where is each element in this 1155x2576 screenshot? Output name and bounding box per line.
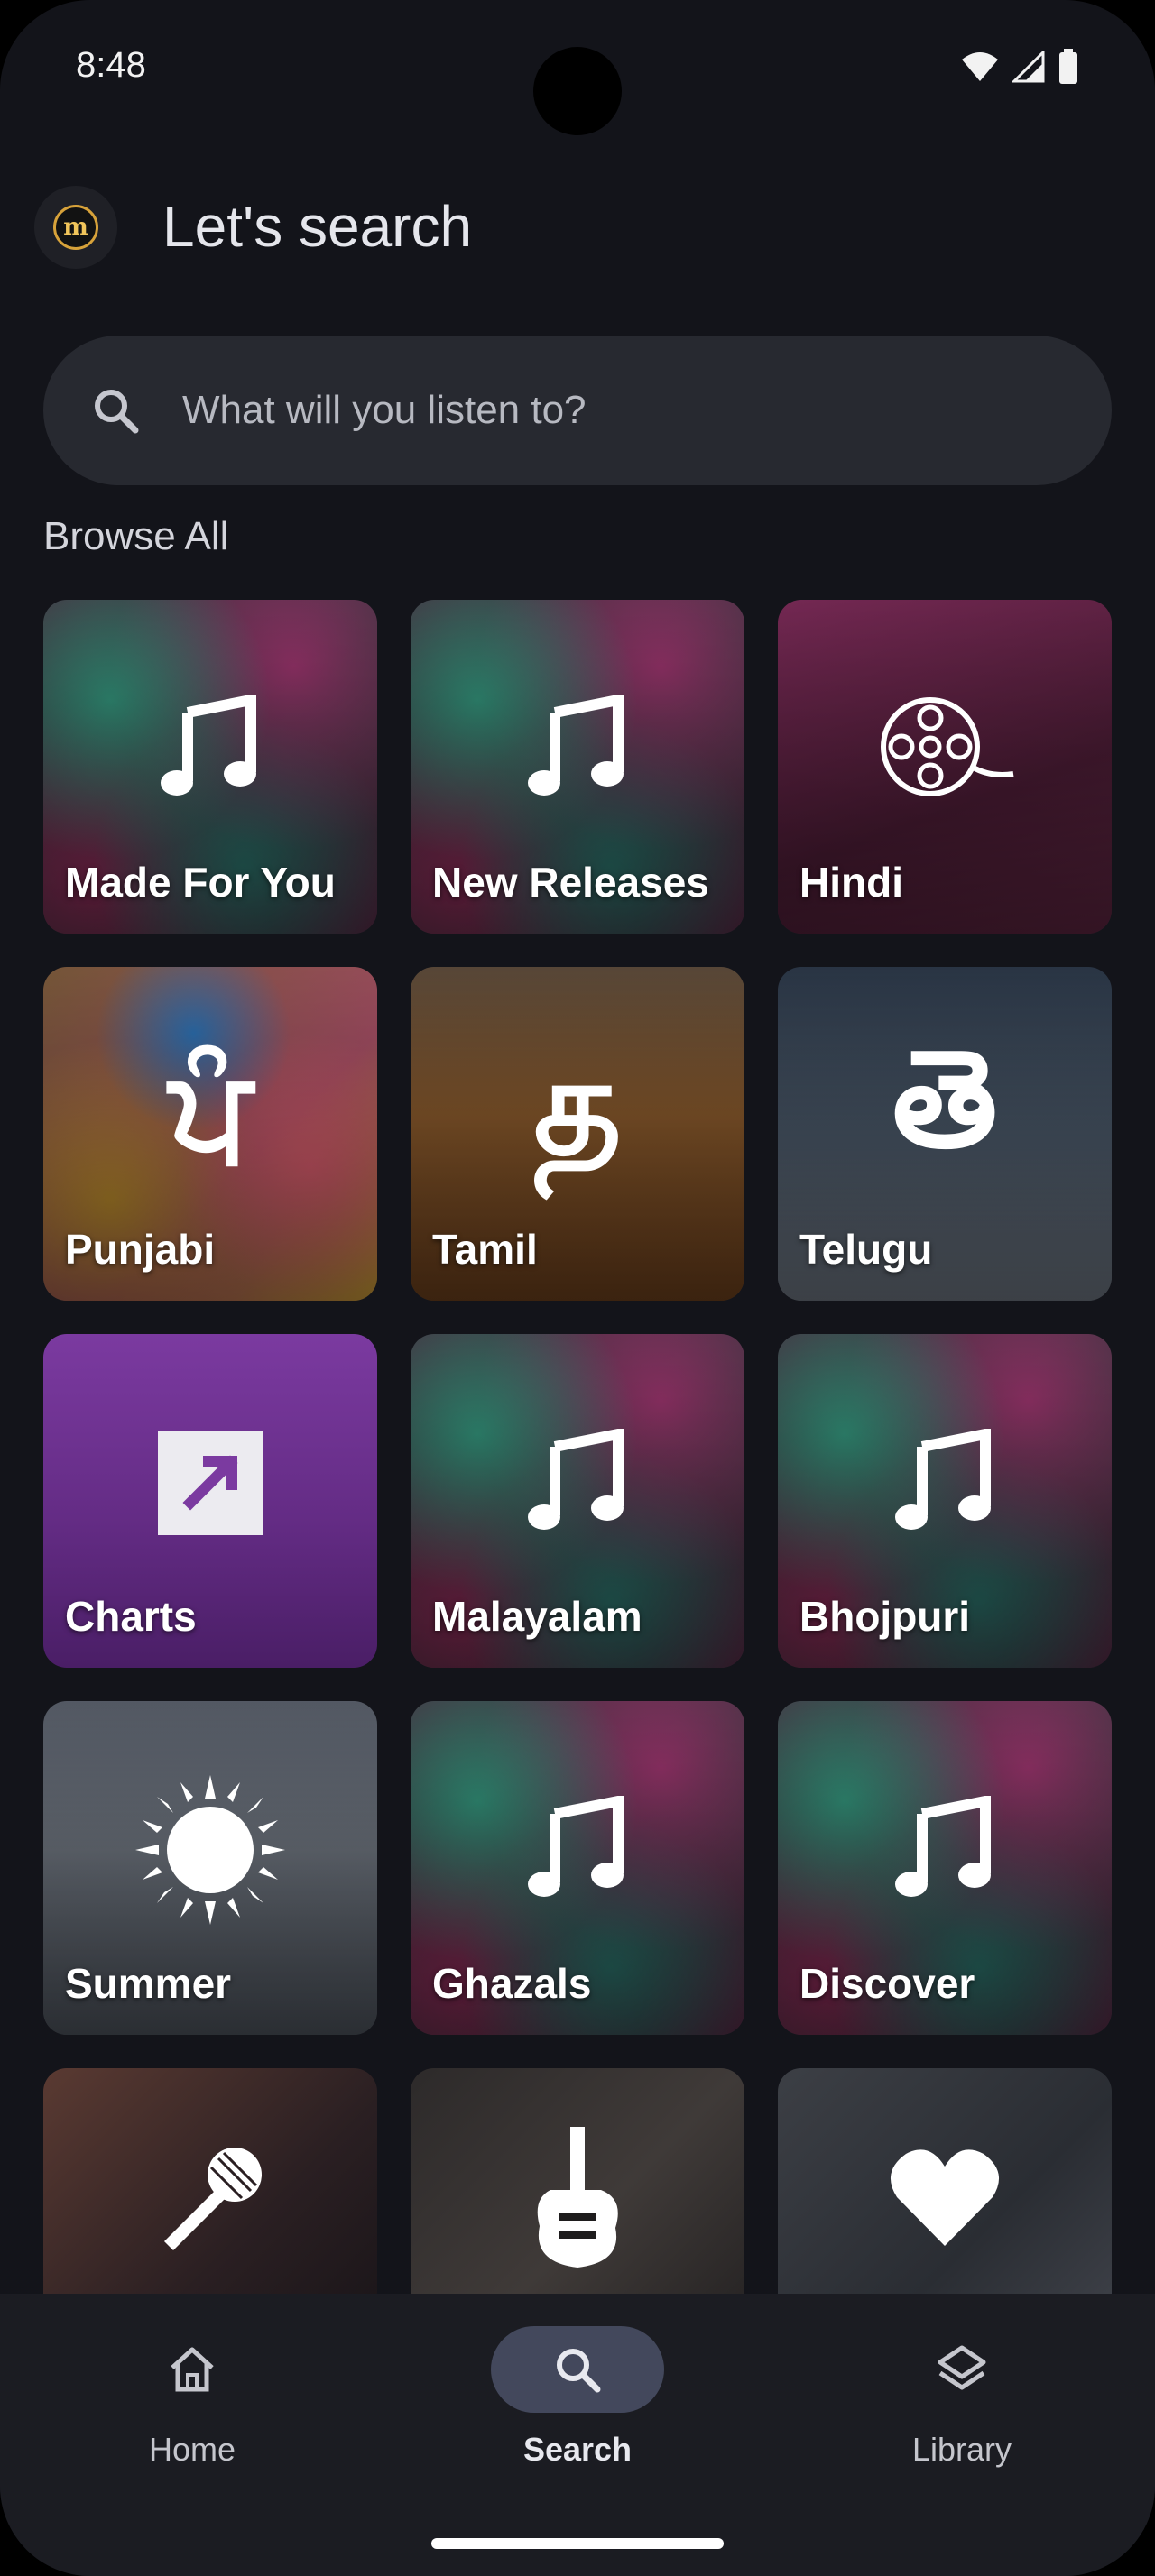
tile-label: Summer <box>65 1960 232 2007</box>
browse-grid: Made For You New Releases Hindi ਪੰ Punja… <box>43 600 1112 2295</box>
home-indicator[interactable] <box>431 2538 724 2549</box>
tile-telugu[interactable]: తె Telugu <box>778 967 1112 1301</box>
tile-made-for-you[interactable]: Made For You <box>43 600 377 934</box>
sun-icon <box>43 1775 377 1925</box>
nav-label: Home <box>148 2431 236 2468</box>
battery-icon <box>1059 49 1077 84</box>
tile-love[interactable] <box>778 2068 1112 2295</box>
microphone-icon <box>43 2131 377 2267</box>
tile-label: New Releases <box>432 859 709 906</box>
signal-icon <box>1012 51 1045 83</box>
tile-label: Ghazals <box>432 1960 592 2007</box>
tile-summer[interactable]: Summer <box>43 1701 377 2035</box>
tile-label: Tamil <box>432 1226 538 1273</box>
nav-pill <box>106 2326 279 2413</box>
logo-badge: m <box>53 205 98 250</box>
status-icons <box>960 49 1079 85</box>
tile-label: Punjabi <box>65 1226 216 1273</box>
tile-label: Charts <box>65 1593 197 1640</box>
camera-cutout <box>533 47 622 135</box>
heart-icon <box>778 2131 1112 2267</box>
tile-label: Discover <box>799 1960 975 2007</box>
music-note-icon <box>778 1782 1112 1918</box>
music-note-icon <box>411 1415 744 1550</box>
gurmukhi-letter-icon: ਪੰ <box>169 1042 252 1189</box>
trending-arrow-icon <box>43 1415 377 1550</box>
music-note-icon <box>411 1782 744 1918</box>
music-note-icon <box>43 681 377 816</box>
tile-tamil[interactable]: த Tamil <box>411 967 744 1301</box>
section-title: Browse All <box>43 514 229 558</box>
search-icon <box>557 2349 601 2393</box>
tile-bhojpuri[interactable]: Bhojpuri <box>778 1334 1112 1668</box>
nav-pill <box>875 2326 1049 2413</box>
nav-pill-active <box>491 2326 664 2413</box>
nav-label: Search <box>522 2431 633 2468</box>
film-reel-icon <box>778 681 1112 816</box>
layers-icon <box>938 2345 986 2390</box>
nav-label: Library <box>911 2431 1012 2468</box>
page-title: Let's search <box>162 194 473 259</box>
app-logo[interactable]: m <box>34 186 117 269</box>
tile-hindi[interactable]: Hindi <box>778 600 1112 934</box>
tile-label: Malayalam <box>432 1593 642 1640</box>
tamil-letter-icon: த <box>533 1028 622 1185</box>
tile-label: Made For You <box>65 859 336 906</box>
tile-label: Hindi <box>799 859 903 906</box>
music-note-icon <box>778 1415 1112 1550</box>
phone-screen: 8:48 m Let's search Browse All Made For … <box>0 0 1155 2576</box>
tile-discover[interactable]: Discover <box>778 1701 1112 2035</box>
wifi-icon <box>962 52 998 81</box>
tile-new-releases[interactable]: New Releases <box>411 600 744 934</box>
search-input[interactable] <box>180 387 996 434</box>
search-icon <box>95 390 139 434</box>
home-icon <box>171 2347 214 2392</box>
bottom-navigation: Home Search Library <box>0 2294 1155 2576</box>
music-note-icon <box>411 681 744 816</box>
guitar-icon <box>411 2127 744 2268</box>
nav-search[interactable]: Search <box>451 2294 704 2492</box>
tile-karaoke[interactable] <box>43 2068 377 2295</box>
search-bar[interactable] <box>43 336 1112 485</box>
tile-malayalam[interactable]: Malayalam <box>411 1334 744 1668</box>
tile-punjabi[interactable]: ਪੰ Punjabi <box>43 967 377 1301</box>
telugu-letter-icon: తె <box>892 1020 998 1178</box>
tile-label: Bhojpuri <box>799 1593 971 1640</box>
nav-library[interactable]: Library <box>836 2294 1088 2492</box>
tile-rock[interactable] <box>411 2068 744 2295</box>
tile-ghazals[interactable]: Ghazals <box>411 1701 744 2035</box>
status-time: 8:48 <box>76 45 146 85</box>
tile-label: Telugu <box>799 1226 933 1273</box>
tile-charts[interactable]: Charts <box>43 1334 377 1668</box>
nav-home[interactable]: Home <box>66 2294 319 2492</box>
